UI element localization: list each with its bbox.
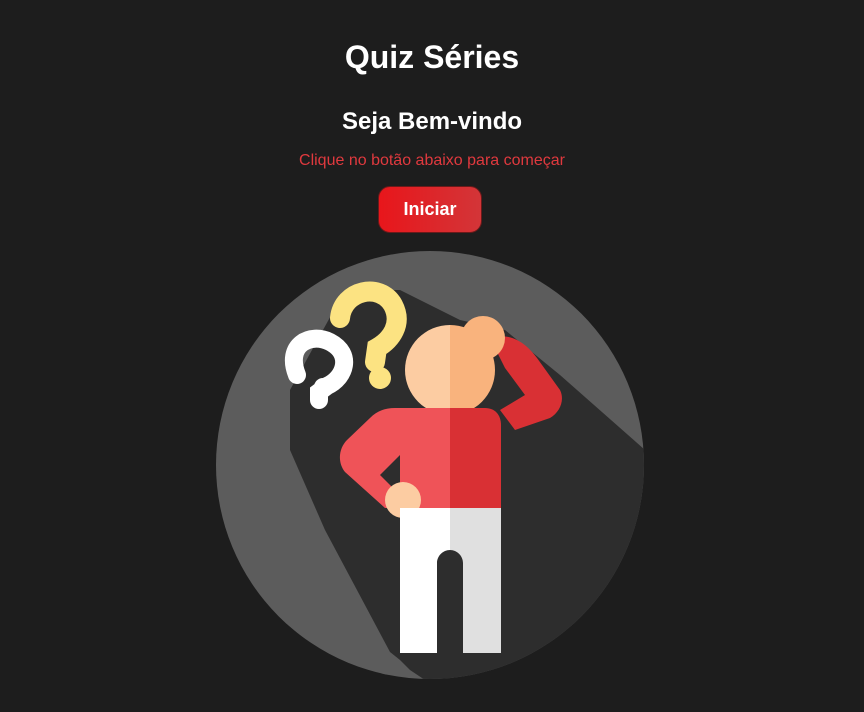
page-title: Quiz Séries	[344, 39, 520, 75]
quiz-start-page: Quiz Séries Seja Bem-vindo Clique no bot…	[0, 0, 864, 712]
head	[405, 325, 495, 415]
start-instruction: Clique no botão abaixo para começar	[299, 152, 565, 169]
welcome-heading: Seja Bem-vindo	[341, 108, 523, 135]
start-button[interactable]: Iniciar	[378, 186, 482, 233]
confused-person-icon	[216, 251, 644, 679]
